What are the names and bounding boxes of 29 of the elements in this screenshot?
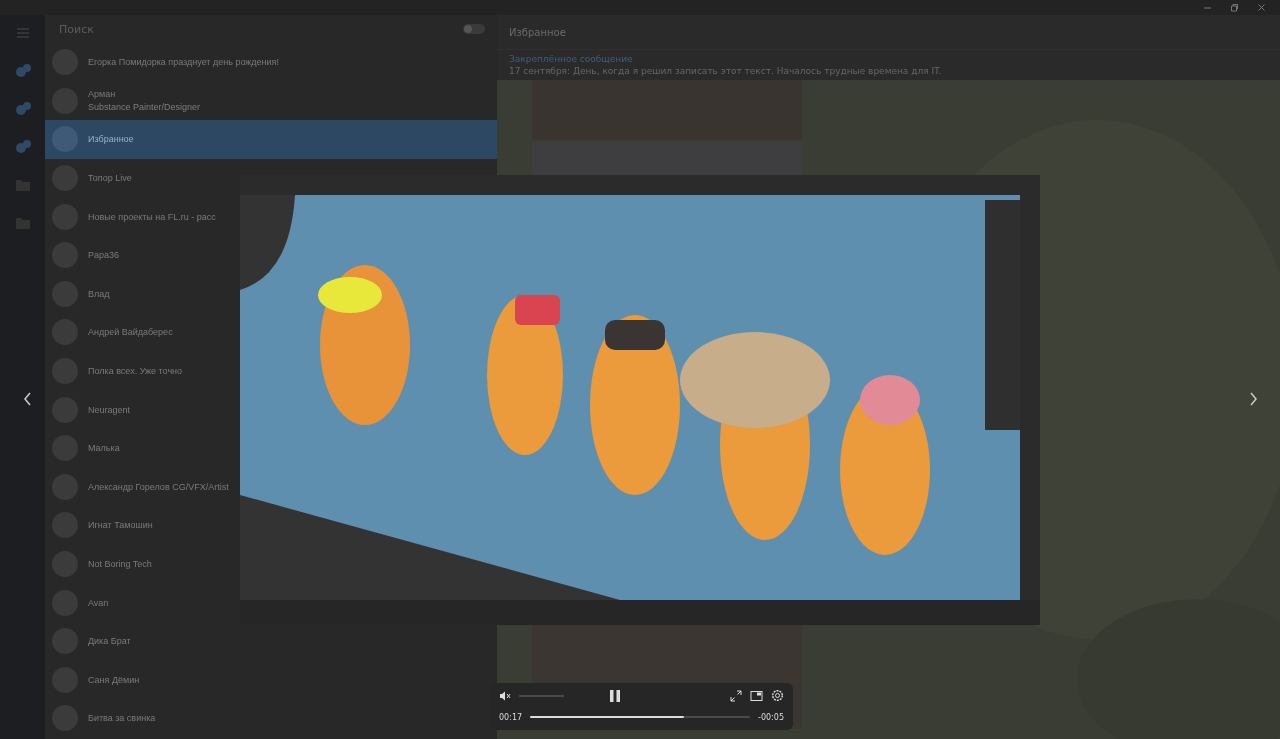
- pinned-label: Закреплённое сообщение: [509, 54, 634, 64]
- chat-name[interactable]: Избранное: [88, 134, 134, 145]
- chat-name[interactable]: Дика Брат: [88, 636, 131, 647]
- chat-name[interactable]: Арман: [88, 89, 201, 100]
- chat-name[interactable]: Егорка Помидорка празднует день рождения!: [88, 57, 279, 68]
- chat-name[interactable]: Битва за свинка: [88, 713, 156, 724]
- chat-name[interactable]: Топор Live: [88, 173, 132, 184]
- chat-name[interactable]: Полка всех. Уже точно: [88, 366, 183, 377]
- chats-folder-icon[interactable]: [13, 63, 32, 79]
- chats-folder-icon[interactable]: [13, 139, 32, 155]
- chat-name[interactable]: Андрей Вайдаберес: [88, 327, 173, 338]
- chat-item[interactable]: Избранное: [45, 120, 497, 159]
- chat-name[interactable]: Саня Дёмин: [88, 674, 140, 685]
- chat-preview: Substance Painter/Designer: [88, 102, 201, 113]
- chats-folder-icon[interactable]: [13, 101, 32, 117]
- chat-name[interactable]: Новые проекты на FL.ru - расс: [88, 211, 216, 222]
- chat-name[interactable]: Игнат Тамошин: [88, 520, 153, 531]
- chat-name[interactable]: Влад: [88, 288, 110, 299]
- toggle-switch[interactable]: [463, 24, 485, 34]
- chat-name[interactable]: Papa36: [88, 250, 120, 261]
- chat-name[interactable]: Neuragent: [88, 404, 131, 415]
- chat-name[interactable]: Avan: [88, 597, 109, 608]
- chat-name[interactable]: Александр Горелов CG/VFX/Artist: [88, 481, 229, 492]
- close-icon[interactable]: [1257, 3, 1266, 12]
- chat-name[interactable]: Малька: [88, 443, 120, 454]
- previous-icon[interactable]: [23, 392, 33, 406]
- restore-icon[interactable]: [1230, 3, 1239, 12]
- chat-title: Избранное: [509, 26, 566, 38]
- chat-name[interactable]: Not Boring Tech: [88, 559, 152, 569]
